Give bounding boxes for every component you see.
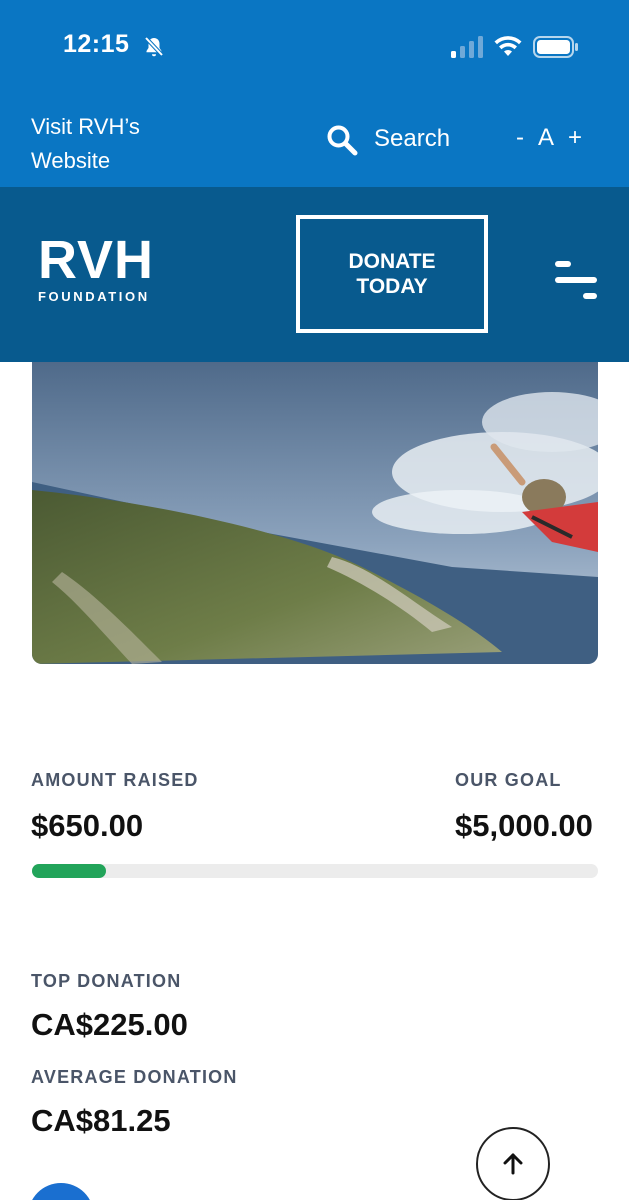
average-donation-value: CA$81.25	[31, 1103, 171, 1138]
average-donation-label: AVERAGE DONATION	[31, 1067, 238, 1087]
fundraising-progress-bar	[32, 864, 598, 878]
top-bar: 12:15 Visit RVH’s Website Search - A +	[0, 0, 629, 187]
increase-text-button[interactable]: +	[568, 124, 582, 152]
bell-slash-icon	[144, 36, 164, 57]
goal-label: OUR GOAL	[455, 770, 562, 790]
search-icon[interactable]	[326, 124, 358, 156]
wifi-icon	[494, 36, 522, 56]
logo-subtitle: FOUNDATION	[38, 289, 150, 304]
progress-fill	[32, 864, 106, 878]
donate-label-line2: TODAY	[356, 275, 428, 298]
text-size-label: A	[538, 124, 555, 151]
amount-raised-label: AMOUNT RAISED	[31, 770, 199, 790]
donate-today-button[interactable]: DONATE TODAY	[296, 215, 488, 333]
top-donation-label: TOP DONATION	[31, 971, 182, 991]
donor-avatar	[28, 1183, 94, 1200]
visit-website-link[interactable]: Visit RVH’s Website	[31, 110, 181, 178]
rvh-foundation-logo[interactable]: RVH FOUNDATION	[38, 230, 158, 307]
arrow-up-icon	[503, 1153, 523, 1175]
hamburger-menu-icon[interactable]	[552, 259, 600, 301]
amount-raised-value: $650.00	[31, 808, 144, 843]
status-time: 12:15	[63, 30, 130, 58]
donate-label-line1: DONATE	[348, 250, 436, 273]
goal-value: $5,000.00	[455, 808, 593, 843]
site-header: RVH FOUNDATION DONATE TODAY	[0, 187, 629, 362]
search-link[interactable]: Search	[374, 125, 450, 153]
text-size-controls: - A +	[516, 124, 582, 152]
logo-wordmark: RVH	[38, 230, 155, 290]
campaign-hero-image	[32, 362, 598, 664]
signal-icon	[451, 36, 483, 58]
decrease-text-button[interactable]: -	[516, 124, 524, 152]
scroll-to-top-button[interactable]	[476, 1127, 550, 1200]
top-donation-value: CA$225.00	[31, 1007, 188, 1042]
battery-icon	[533, 36, 578, 58]
